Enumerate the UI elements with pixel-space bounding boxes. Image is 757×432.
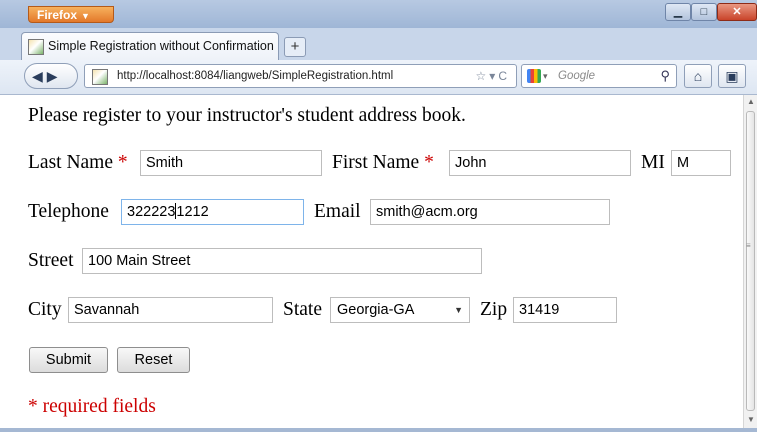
city-input[interactable]: Savannah (68, 297, 273, 323)
street-input[interactable]: 100 Main Street (82, 248, 482, 274)
required-mark: * (424, 152, 434, 173)
city-label: City (28, 299, 62, 320)
search-placeholder: Google (558, 70, 596, 82)
scroll-grip-icon: ≡ (746, 241, 751, 250)
minimize-button[interactable]: ▁ (665, 3, 691, 21)
telephone-input[interactable]: 3222231212 (121, 199, 304, 225)
telephone-value-start: 322223 (127, 204, 176, 220)
telephone-value-end: 1212 (176, 204, 209, 220)
last-name-label-text: Last Name (28, 152, 114, 173)
search-icon[interactable]: ⚲ (660, 65, 670, 87)
first-name-label: First Name * (332, 152, 434, 174)
dropdown-icon[interactable]: ▾ (489, 69, 498, 83)
star-icon[interactable]: ☆ (476, 69, 490, 83)
reload-icon[interactable]: C (498, 69, 510, 83)
firefox-menu-button[interactable]: Firefox ▼ (28, 6, 114, 23)
home-button[interactable]: ⌂ (684, 64, 712, 88)
home-icon: ⌂ (693, 68, 703, 84)
url-text: http://localhost:8084/liangweb/SimpleReg… (117, 70, 394, 82)
zip-input[interactable]: 31419 (513, 297, 617, 323)
navigation-toolbar: ◀▶ http://localhost:8084/liangweb/Simple… (0, 60, 757, 95)
tab-strip: Simple Registration without Confirmation… (0, 28, 757, 60)
last-name-label: Last Name * (28, 152, 128, 174)
reset-button[interactable]: Reset (117, 347, 190, 373)
new-tab-button[interactable]: + (284, 37, 306, 57)
chevron-down-icon: ▼ (81, 11, 90, 21)
mi-label: MI (641, 152, 665, 173)
favicon-icon (28, 39, 44, 55)
close-window-button[interactable]: ✕ (717, 3, 757, 21)
telephone-label: Telephone (28, 201, 109, 222)
scrollbar-thumb[interactable] (746, 111, 755, 411)
tab-registration[interactable]: Simple Registration without Confirmation (21, 32, 279, 60)
page-content: Please register to your instructor's stu… (14, 95, 743, 428)
tab-title: Simple Registration without Confirmation (48, 39, 274, 53)
street-label: Street (28, 250, 74, 271)
bookmarks-icon: ▣ (725, 68, 739, 84)
chevron-down-icon: ▼ (454, 305, 463, 315)
scroll-down-icon[interactable]: ▼ (747, 415, 755, 424)
email-label: Email (314, 201, 361, 222)
email-input[interactable]: smith@acm.org (370, 199, 610, 225)
back-icon[interactable]: ◀ (32, 68, 47, 84)
state-select[interactable]: Georgia-GA ▼ (330, 297, 470, 323)
required-mark: * (117, 152, 128, 173)
maximize-button[interactable]: □ (691, 3, 717, 21)
search-bar[interactable]: ▾ Google ⚲ (521, 64, 677, 88)
first-name-label-text: First Name (332, 152, 420, 173)
window-frame-bottom (0, 428, 757, 432)
vertical-scrollbar[interactable]: ▲ ≡ ▼ (743, 95, 757, 428)
first-name-input[interactable]: John (449, 150, 631, 176)
intro-text: Please register to your instructor's stu… (28, 105, 466, 126)
last-name-input[interactable]: Smith (140, 150, 322, 176)
forward-icon[interactable]: ▶ (47, 68, 62, 84)
zip-label: Zip (480, 299, 508, 320)
scroll-up-icon[interactable]: ▲ (747, 97, 755, 106)
state-label: State (283, 299, 322, 320)
submit-button[interactable]: Submit (29, 347, 108, 373)
mi-input[interactable]: M (671, 150, 731, 176)
google-icon[interactable] (527, 69, 541, 83)
back-forward-button[interactable]: ◀▶ (24, 63, 78, 89)
bookmarks-button[interactable]: ▣ (718, 64, 746, 88)
firefox-menu-label: Firefox (37, 8, 78, 22)
window-titlebar: Firefox ▼ ▁ □ ✕ (0, 0, 757, 29)
state-selected-value: Georgia-GA (337, 302, 415, 318)
address-bar[interactable]: http://localhost:8084/liangweb/SimpleReg… (84, 64, 517, 88)
site-favicon-icon (92, 69, 108, 85)
search-engine-dropdown-icon[interactable]: ▾ (543, 65, 548, 87)
required-fields-note: * required fields (28, 396, 156, 417)
